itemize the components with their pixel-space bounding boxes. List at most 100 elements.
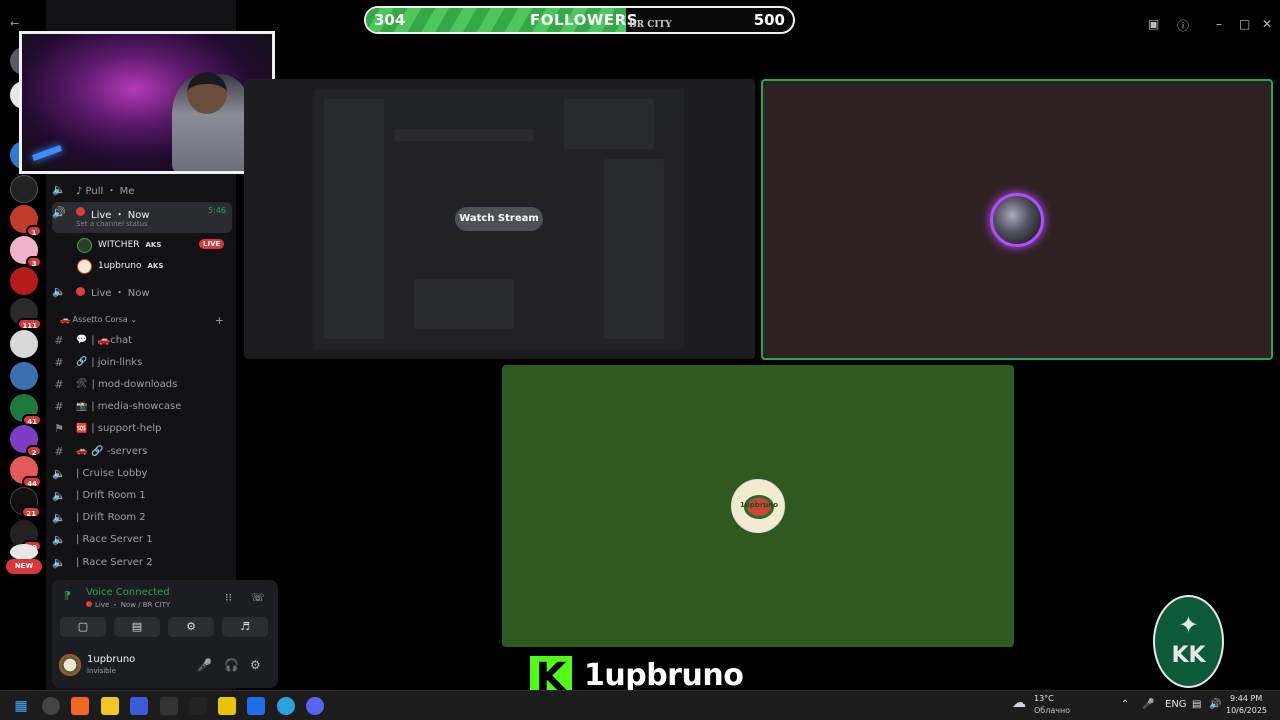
server-icon[interactable] bbox=[10, 267, 38, 295]
server-icon[interactable] bbox=[10, 330, 38, 358]
live-badge: LIVE bbox=[199, 239, 225, 249]
channel-emoji: 💬 bbox=[76, 335, 88, 345]
text-channel[interactable]: ⚑ 🆘 | support-help bbox=[52, 419, 232, 439]
server-icon[interactable]: 3 bbox=[10, 236, 42, 268]
voice-channel[interactable]: 🔈 | Race Server 2 bbox=[52, 552, 232, 572]
add-channel-icon[interactable]: + bbox=[215, 314, 224, 327]
channel-name: Live ・ Now bbox=[91, 287, 150, 299]
phoenix-icon: ✦ bbox=[1178, 611, 1199, 639]
unread-badge: 3 bbox=[26, 256, 42, 268]
telegram-icon[interactable] bbox=[277, 697, 295, 715]
unread-badge: 1 bbox=[26, 225, 42, 237]
voice-channel[interactable]: 🔈 Live ・ Now bbox=[52, 281, 232, 301]
minimize-icon[interactable]: – bbox=[1216, 17, 1222, 31]
preview-panel bbox=[414, 279, 514, 329]
network-icon[interactable]: ▤ bbox=[1192, 699, 1201, 710]
signal-icon[interactable]: ⁋ bbox=[64, 589, 71, 602]
follower-target: 500 bbox=[753, 11, 785, 29]
speaker-icon: 🔈 bbox=[52, 555, 66, 569]
server-icon[interactable] bbox=[10, 362, 38, 390]
channel-name: | Race Server 2 bbox=[76, 556, 153, 568]
participant-tile[interactable]: 1upbruno bbox=[502, 365, 1014, 647]
speaker-icon: 🔈 bbox=[52, 511, 66, 525]
volume-icon[interactable]: 🔊 bbox=[1209, 699, 1221, 710]
channel-name: ♪ Pull ・ Me bbox=[76, 185, 135, 197]
channel-name: | 🚗chat bbox=[91, 334, 133, 346]
voice-connected-panel: ⁋ Voice Connected Live ・ Now / BR CITY ⁝… bbox=[52, 580, 278, 644]
taskbar-app-icon[interactable] bbox=[130, 697, 148, 715]
help-icon[interactable]: ⓘ bbox=[1177, 17, 1189, 34]
avatar[interactable] bbox=[59, 654, 81, 676]
voice-member[interactable]: 1upbruno AKS bbox=[77, 257, 163, 275]
microphone-icon[interactable]: 🎤 bbox=[1142, 699, 1154, 710]
tray-expand-icon[interactable]: ⌃ bbox=[1121, 699, 1129, 710]
text-channel[interactable]: # 💬 | 🚗chat bbox=[52, 330, 232, 350]
team-logo: ✦ KK bbox=[1153, 595, 1224, 688]
clock-time[interactable]: 9:44 PM bbox=[1230, 694, 1262, 703]
back-arrow-icon[interactable]: ← bbox=[10, 17, 19, 30]
taskbar-app-icon[interactable] bbox=[42, 697, 60, 715]
cloud-icon[interactable]: ☁ bbox=[1012, 695, 1026, 711]
category-header[interactable]: 🚗 Assetto Corsa ⌄ bbox=[60, 315, 137, 324]
active-voice-channel[interactable]: 🔊 Live ・ Now 5:46 Set a channel status bbox=[52, 202, 232, 233]
server-icon[interactable] bbox=[10, 544, 38, 560]
follower-count: 304 bbox=[374, 11, 406, 29]
participant-tile-speaking[interactable] bbox=[761, 79, 1273, 360]
soundboard-button[interactable]: ♬ bbox=[222, 617, 268, 637]
city-watermark: BR CITY bbox=[629, 20, 672, 30]
live-dot-icon bbox=[86, 601, 92, 607]
new-unreads-pill[interactable]: NEW bbox=[6, 559, 42, 574]
voice-channel[interactable]: 🔈 ♪ Pull ・ Me bbox=[52, 179, 232, 199]
headphones-icon[interactable]: 🎧 bbox=[224, 658, 239, 672]
voice-channel[interactable]: 🔈 | Cruise Lobby bbox=[52, 463, 232, 483]
camera-off-button[interactable]: ▢ bbox=[60, 617, 106, 637]
username[interactable]: 1upbruno bbox=[87, 654, 135, 665]
avatar-text: 1upbruno bbox=[739, 501, 779, 509]
channel-name: | Cruise Lobby bbox=[76, 467, 148, 479]
folder-icon[interactable] bbox=[101, 697, 119, 715]
server-icon[interactable]: 111 bbox=[10, 298, 42, 330]
text-channel[interactable]: # 📸 | media-showcase bbox=[52, 397, 232, 417]
screen-share-button[interactable]: ▤ bbox=[114, 617, 160, 637]
taskbar-app-icon[interactable] bbox=[218, 697, 236, 715]
server-icon[interactable]: 21 bbox=[10, 487, 41, 518]
maximize-icon[interactable]: □ bbox=[1239, 17, 1250, 31]
text-channel[interactable]: # 🚗 🔗 -servers bbox=[52, 441, 232, 461]
server-icon[interactable]: 2 bbox=[10, 425, 42, 457]
close-icon[interactable]: ✕ bbox=[1262, 17, 1272, 31]
disconnect-icon[interactable]: ☏ bbox=[251, 591, 265, 604]
server-icon[interactable]: 1 bbox=[10, 205, 42, 237]
channel-emoji: 📸 bbox=[76, 401, 88, 412]
text-channel[interactable]: # 🛠 | mod-downloads bbox=[52, 374, 232, 394]
noise-suppression-icon[interactable]: ⁝⁝ bbox=[225, 591, 232, 604]
text-channel[interactable]: # 🔗 | join-links bbox=[52, 352, 232, 372]
taskbar-app-icon[interactable] bbox=[160, 697, 178, 715]
vscode-icon[interactable] bbox=[247, 697, 265, 715]
server-icon[interactable]: 41 bbox=[10, 394, 42, 426]
discord-icon[interactable] bbox=[306, 697, 324, 715]
channel-status-hint[interactable]: Set a channel status bbox=[76, 220, 148, 228]
voice-channel[interactable]: 🔈 | Race Server 1 bbox=[52, 530, 232, 550]
speaker-icon: 🔈 bbox=[52, 533, 66, 547]
category-name: Assetto Corsa bbox=[72, 315, 128, 324]
brave-icon[interactable] bbox=[71, 697, 89, 715]
picture-in-picture-icon[interactable]: ▣ bbox=[1148, 17, 1159, 31]
language-indicator[interactable]: ENG bbox=[1165, 699, 1187, 710]
server-icon[interactable]: 44 bbox=[10, 456, 42, 488]
taskbar-app-icon[interactable] bbox=[189, 697, 207, 715]
watch-stream-button[interactable]: Watch Stream bbox=[455, 207, 543, 231]
activities-button[interactable]: ⚙ bbox=[168, 617, 214, 637]
weather-temp: 13°C bbox=[1034, 694, 1054, 703]
follower-label: FOLLOWERS bbox=[530, 11, 638, 29]
voice-location[interactable]: Live ・ Now / BR CITY bbox=[86, 600, 170, 610]
server-icon[interactable] bbox=[10, 175, 38, 203]
unread-badge: 111 bbox=[17, 318, 42, 330]
microphone-icon[interactable]: 🎤 bbox=[197, 658, 212, 672]
voice-channel[interactable]: 🔈 | Drift Room 2 bbox=[52, 508, 232, 528]
voice-channel[interactable]: 🔈 | Drift Room 1 bbox=[52, 485, 232, 505]
clock-date[interactable]: 10/6/2025 bbox=[1226, 706, 1267, 715]
weather-condition: Облачно bbox=[1034, 706, 1071, 715]
gear-icon[interactable]: ⚙ bbox=[250, 658, 261, 672]
windows-start-icon[interactable]: ▦ bbox=[12, 697, 30, 715]
voice-member[interactable]: WITCHER AKS LIVE bbox=[77, 236, 227, 254]
